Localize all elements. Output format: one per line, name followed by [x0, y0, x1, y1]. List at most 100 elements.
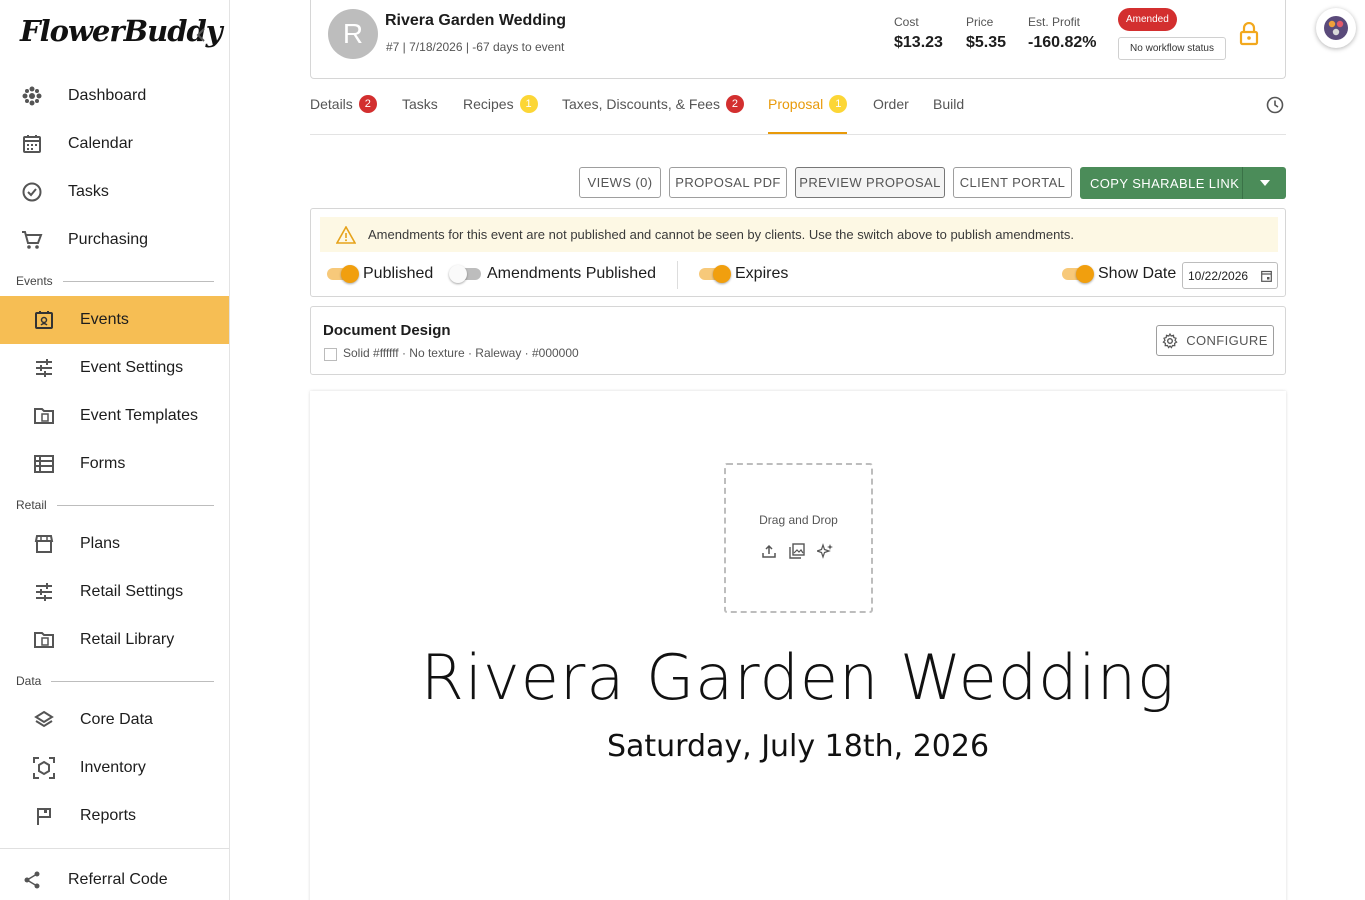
sidebar-item-referral-code[interactable]: Referral Code	[0, 856, 229, 900]
section-header-data: Data	[16, 674, 214, 688]
folder-doc-icon	[33, 629, 55, 651]
sliders-icon	[33, 581, 55, 603]
toggle-track	[327, 265, 359, 283]
tab-taxes-discounts-fees[interactable]: Taxes, Discounts, & Fees 2	[562, 95, 744, 134]
list-icon	[33, 453, 55, 475]
proposal-date: Saturday, July 18th, 2026	[606, 729, 990, 764]
stat-cost: Cost $13.23	[894, 15, 943, 52]
copy-sharable-link-button[interactable]: COPY SHARABLE LINK	[1080, 167, 1242, 199]
logo-row: FlowerBuddy	[0, 0, 229, 70]
event-icon	[33, 309, 55, 331]
toggle-label: Show Date	[1098, 265, 1177, 282]
stat-est-profit: Est. Profit -160.82%	[1028, 15, 1097, 52]
show-date-toggle[interactable]: Show Date	[1062, 265, 1176, 283]
tab-label: Details	[310, 96, 353, 112]
toggle-label: Amendments Published	[487, 265, 656, 282]
sidebar-item-label: Dashboard	[68, 87, 147, 104]
sparkle-ai-icon[interactable]	[817, 543, 833, 559]
tab-order[interactable]: Order	[873, 96, 909, 134]
expire-date-input[interactable]: 10/22/2026	[1182, 262, 1278, 289]
lock-button[interactable]	[1239, 21, 1259, 46]
sidebar-item-dashboard[interactable]: Dashboard	[0, 72, 229, 120]
sidebar-item-retail-library[interactable]: Retail Library	[0, 616, 229, 664]
design-title: Document Design	[323, 322, 451, 339]
proposal-title: Rivera Garden Wedding	[420, 641, 1176, 714]
tab-badge: 1	[829, 95, 848, 113]
upload-icon[interactable]	[761, 543, 777, 559]
sidebar-item-tasks[interactable]: Tasks	[0, 168, 229, 216]
toggle-track	[1062, 265, 1094, 283]
tab-details[interactable]: Details 2	[310, 95, 377, 134]
sidebar-item-calendar[interactable]: Calendar	[0, 120, 229, 168]
proposal-pdf-button[interactable]: PROPOSAL PDF	[669, 167, 787, 198]
sidebar-item-purchasing[interactable]: Purchasing	[0, 216, 229, 264]
sidebar-item-label: Events	[80, 311, 129, 328]
date-value: 10/22/2026	[1188, 268, 1249, 283]
sidebar-item-label: Retail Library	[80, 631, 175, 648]
sidebar-item-event-templates[interactable]: Event Templates	[0, 392, 229, 440]
sidebar-item-label: Forms	[80, 455, 126, 472]
configure-button[interactable]: CONFIGURE	[1156, 325, 1274, 356]
preview-proposal-button[interactable]: PREVIEW PROPOSAL	[795, 167, 945, 198]
tab-label: Taxes, Discounts, & Fees	[562, 96, 720, 112]
section-title: Data	[16, 674, 42, 688]
image-dropzone[interactable]: Drag and Drop	[724, 463, 873, 613]
dropzone-actions	[761, 543, 833, 559]
tab-badge: 2	[358, 95, 377, 113]
tab-tasks[interactable]: Tasks	[402, 96, 438, 134]
sidebar-divider	[0, 848, 229, 849]
sidebar-item-label: Event Settings	[80, 359, 184, 376]
sidebar-item-plans[interactable]: Plans	[0, 520, 229, 568]
sidebar-item-core-data[interactable]: Core Data	[0, 696, 229, 744]
sidebar-item-label: Inventory	[80, 759, 146, 776]
section-header-events: Events	[16, 274, 214, 288]
calendar-icon[interactable]	[1261, 270, 1272, 285]
sidebar-item-forms[interactable]: Forms	[0, 440, 229, 488]
sidebar-item-events[interactable]: Events	[0, 296, 229, 344]
configure-label: CONFIGURE	[1186, 333, 1268, 348]
published-toggle[interactable]: Published	[327, 265, 433, 283]
sidebar-item-inventory[interactable]: Inventory	[0, 744, 229, 792]
sliders-icon	[33, 357, 55, 379]
section-header-retail: Retail	[16, 498, 214, 512]
workflow-status-button[interactable]: No workflow status	[1118, 37, 1226, 60]
status-badge: Amended	[1118, 8, 1177, 31]
storefront-icon	[33, 533, 55, 555]
history-button[interactable]	[1266, 96, 1286, 116]
tab-proposal[interactable]: Proposal 1	[768, 95, 848, 134]
amendments-published-toggle[interactable]: Amendments Published	[449, 265, 656, 283]
tab-build[interactable]: Build	[933, 96, 964, 134]
image-library-icon[interactable]	[789, 543, 805, 559]
tab-badge: 2	[725, 95, 744, 113]
toggle-label: Published	[363, 265, 434, 282]
sidebar-item-event-settings[interactable]: Event Settings	[0, 344, 229, 392]
copy-link-menu-button[interactable]	[1242, 167, 1286, 199]
tab-label: Build	[933, 96, 965, 112]
gear-icon	[1162, 332, 1178, 349]
toggle-track	[699, 265, 731, 283]
event-title: Rivera Garden Wedding	[385, 12, 567, 29]
client-portal-button[interactable]: CLIENT PORTAL	[953, 167, 1072, 198]
event-subtitle: #7 | 7/18/2026 | -67 days to event	[386, 40, 565, 54]
toggle-divider	[677, 261, 678, 289]
caret-down-icon	[1259, 180, 1270, 186]
sidebar-item-label: Core Data	[80, 711, 153, 728]
warning-text: Amendments for this event are not publis…	[368, 227, 1075, 242]
help-widget-button[interactable]	[1316, 8, 1356, 48]
sidebar-item-label: Plans	[80, 535, 121, 552]
stat-label: Cost	[894, 15, 919, 29]
stat-value: -160.82%	[1028, 34, 1097, 51]
layers-icon	[33, 709, 55, 731]
sidebar-item-label: Referral Code	[68, 871, 168, 888]
chevron-left-icon	[196, 28, 205, 42]
sidebar-item-reports[interactable]: Reports	[0, 792, 229, 840]
sidebar-item-retail-settings[interactable]: Retail Settings	[0, 568, 229, 616]
sidebar-item-label: Reports	[80, 807, 137, 824]
expires-toggle[interactable]: Expires	[699, 265, 788, 283]
views-button[interactable]: VIEWS (0)	[579, 167, 661, 198]
lock-icon	[1239, 21, 1259, 46]
collapse-sidebar-button[interactable]	[192, 25, 210, 45]
tab-recipes[interactable]: Recipes 1	[463, 95, 538, 134]
cart-icon	[21, 229, 43, 251]
warning-icon	[336, 225, 356, 244]
